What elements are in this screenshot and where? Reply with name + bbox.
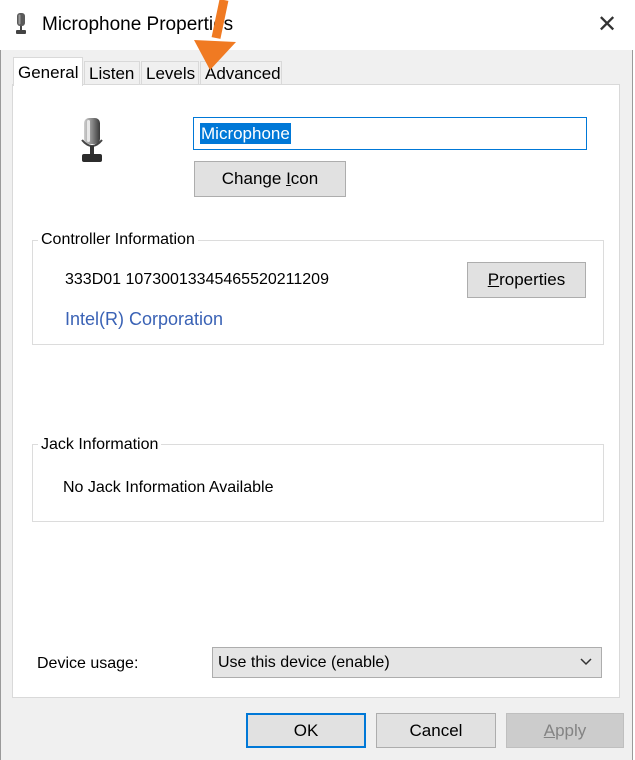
jack-info-text: No Jack Information Available bbox=[63, 479, 274, 496]
device-usage-select[interactable]: Use this device (enable) bbox=[212, 647, 602, 678]
ok-button[interactable]: OK bbox=[246, 713, 366, 748]
change-icon-label-post: con bbox=[290, 169, 319, 188]
tab-general[interactable]: General bbox=[13, 57, 83, 86]
properties-label-key: P bbox=[487, 270, 500, 289]
change-icon-button[interactable]: Change Icon bbox=[194, 161, 346, 197]
tab-listen[interactable]: Listen bbox=[84, 61, 140, 85]
apply-label-key: A bbox=[543, 721, 556, 740]
change-icon-label-pre: Change bbox=[221, 169, 287, 188]
device-usage-selected: Use this device (enable) bbox=[218, 654, 390, 671]
apply-button[interactable]: Apply bbox=[506, 713, 624, 748]
microphone-icon bbox=[81, 118, 103, 162]
controller-info-label: Controller Information bbox=[38, 231, 198, 249]
device-name-input[interactable]: Microphone bbox=[193, 117, 587, 150]
device-usage-label: Device usage: bbox=[37, 655, 139, 672]
controller-id: 333D01 10730013345465520211209 bbox=[65, 271, 329, 288]
chevron-down-icon bbox=[580, 658, 592, 666]
controller-vendor: Intel(R) Corporation bbox=[65, 309, 224, 329]
microphone-title-icon bbox=[16, 13, 26, 34]
annotation-arrow-icon bbox=[194, 0, 236, 70]
cancel-button[interactable]: Cancel bbox=[376, 713, 496, 748]
properties-button[interactable]: Properties bbox=[467, 262, 586, 298]
close-icon[interactable]: ✕ bbox=[594, 12, 620, 38]
device-name-text: Microphone bbox=[200, 123, 291, 144]
apply-label-rest: pply bbox=[555, 721, 587, 740]
properties-label-rest: roperties bbox=[499, 270, 566, 289]
jack-info-label: Jack Information bbox=[38, 436, 162, 454]
window-border-right bbox=[632, 0, 633, 760]
